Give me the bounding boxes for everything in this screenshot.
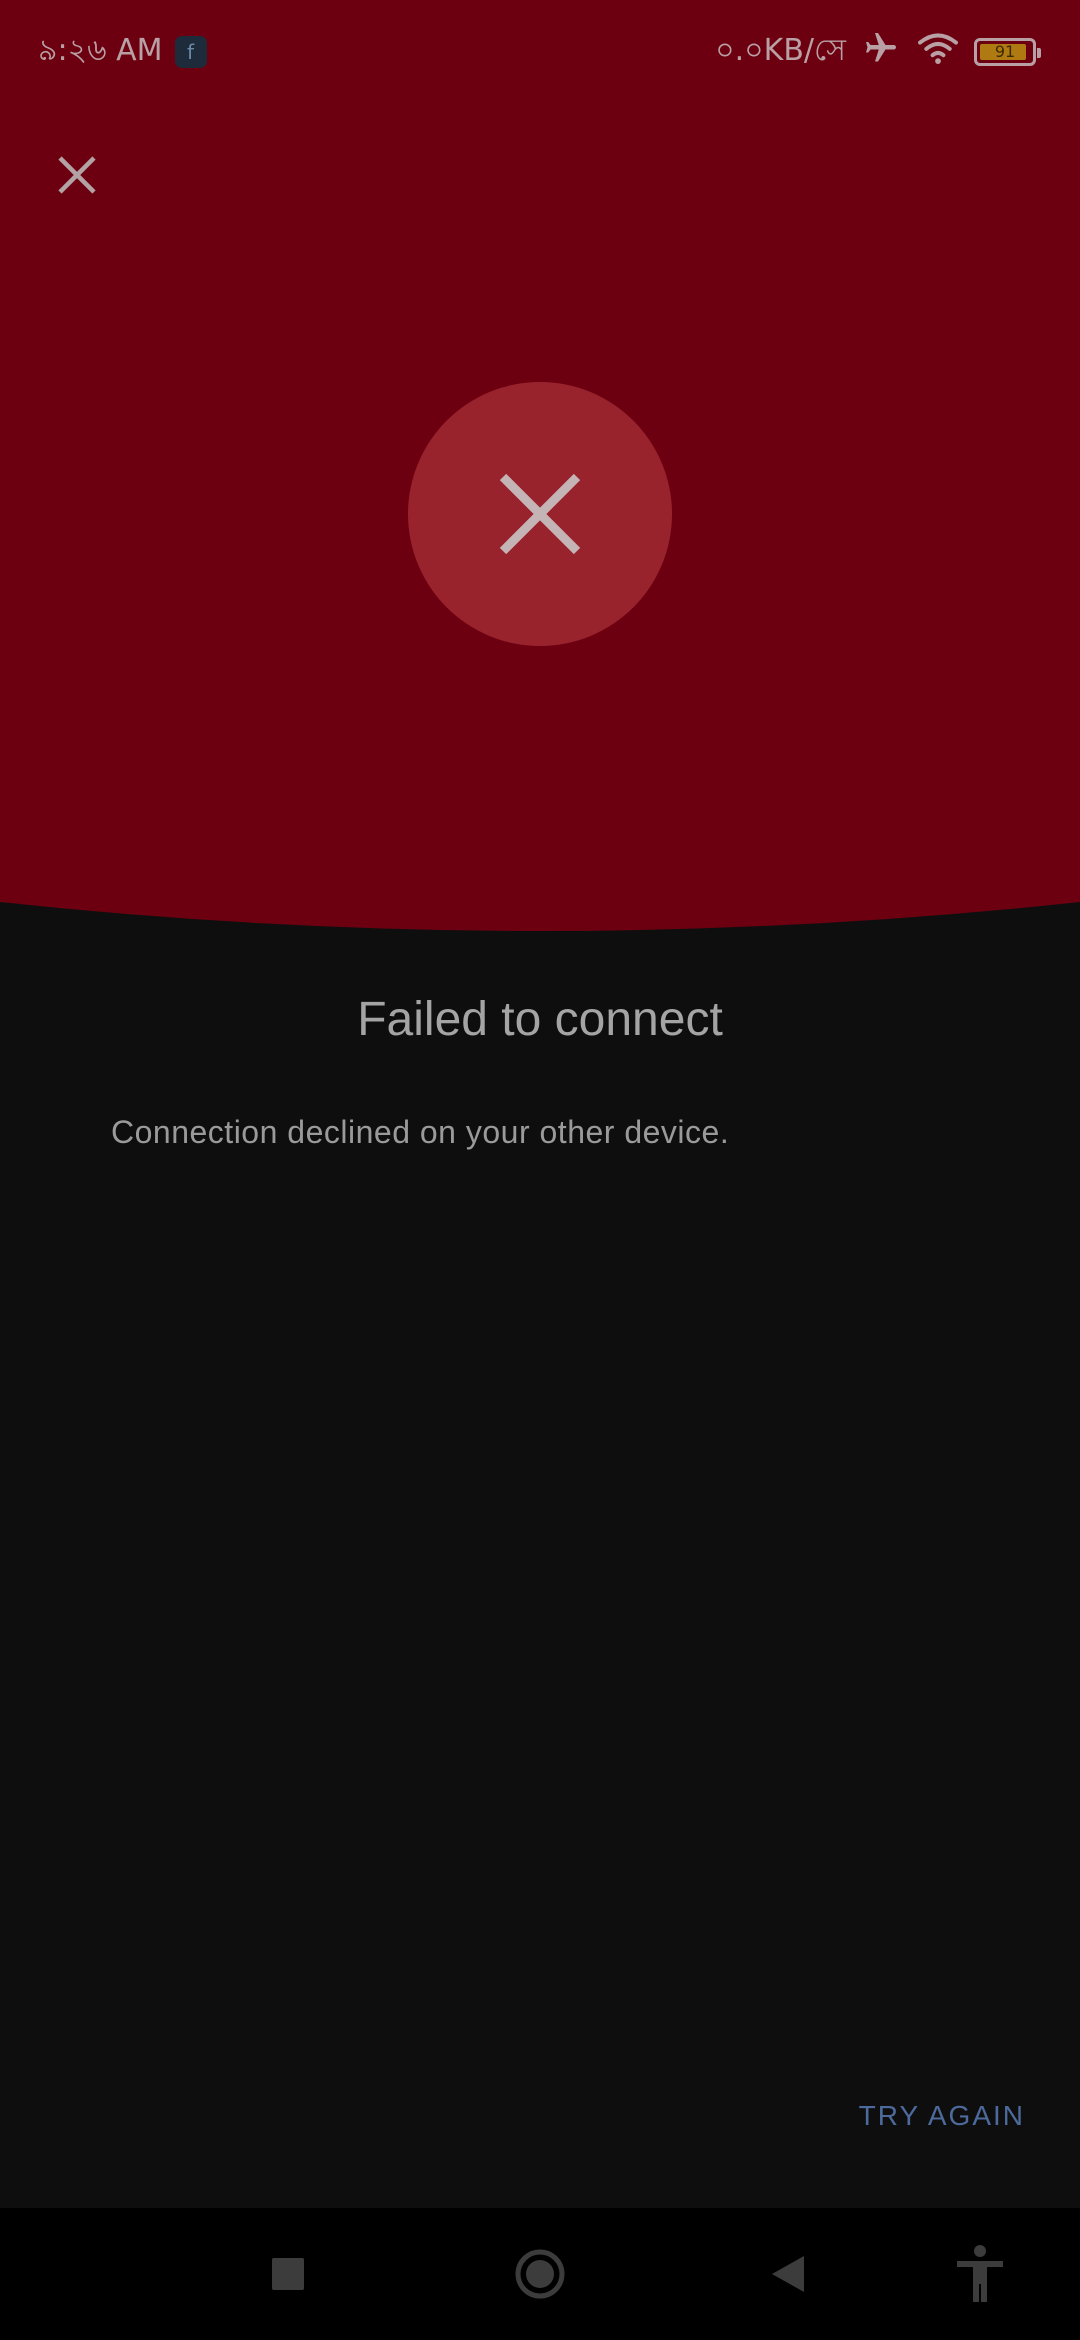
battery-tip [1037,47,1041,58]
status-time: ৯:২৬ AM [38,33,163,68]
battery-icon: 91 [974,37,1041,66]
status-left: ৯:২৬ AM f [38,26,207,77]
try-again-button[interactable]: TRY AGAIN [859,2100,1025,2132]
close-button[interactable] [50,148,104,202]
screen: ৯:২৬ AM f ০.০KB/সে 91 Failed to connect … [0,0,1080,2340]
accessibility-icon [957,2245,1003,2302]
error-message: Connection declined on your other device… [111,1114,730,1150]
back-button[interactable] [738,2208,838,2340]
page-title: Failed to connect [357,993,723,1046]
navigation-bar [0,2208,1080,2340]
status-bar: ৯:২৬ AM f ০.০KB/সে 91 [0,0,1080,96]
close-icon [58,156,96,194]
network-speed: ০.০KB/সে [715,33,846,68]
wifi-icon [916,30,960,74]
accessibility-button[interactable] [930,2208,1030,2340]
battery-level: 91 [994,41,1016,61]
recents-button[interactable] [238,2208,338,2340]
x-icon [499,473,581,555]
triangle-back-icon [772,2256,804,2292]
home-button[interactable] [490,2208,590,2340]
app-notification-icon: f [174,35,207,68]
status-right: ০.০KB/সে 91 [715,26,1041,77]
failure-status-badge [408,382,672,646]
airplane-mode-icon [860,30,902,74]
square-icon [272,2258,304,2290]
circle-icon [515,2249,565,2299]
